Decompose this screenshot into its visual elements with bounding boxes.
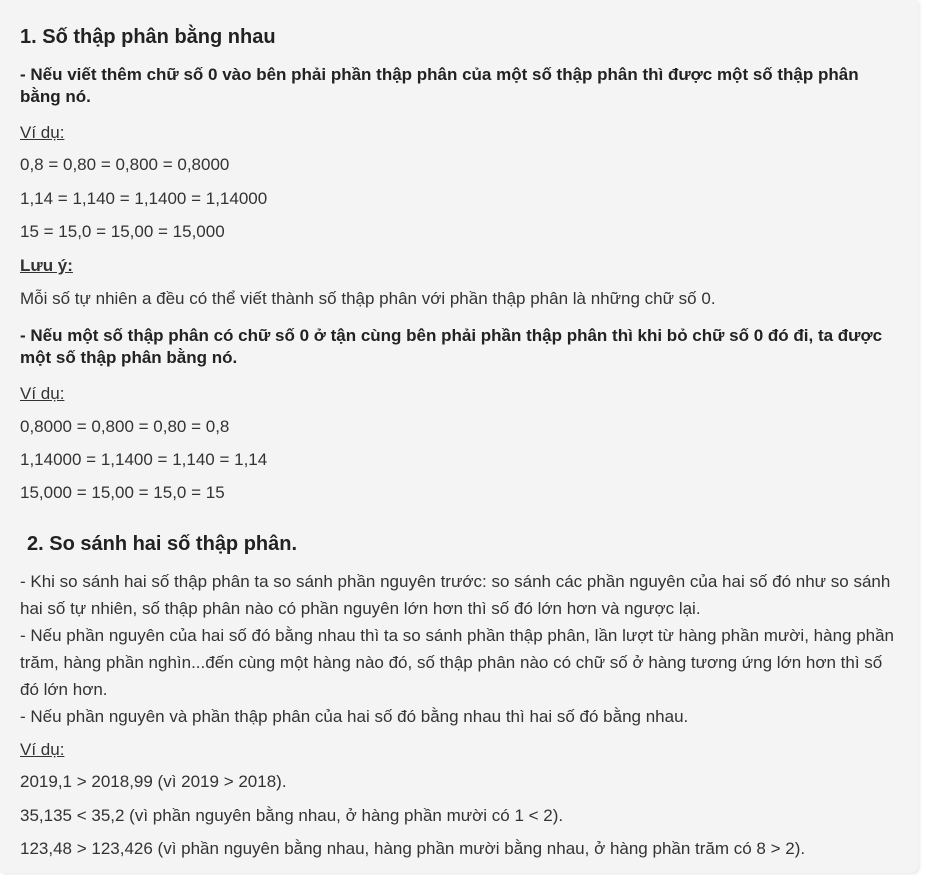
section-1-title: 1. Số thập phân bằng nhau <box>20 26 276 48</box>
example-label: Ví dụ: <box>20 123 65 142</box>
example-line: 15 = 15,0 = 15,00 = 15,000 <box>20 222 225 241</box>
example-line: 0,8 = 0,80 = 0,800 = 0,8000 <box>20 155 230 174</box>
example-label: Ví dụ: <box>20 740 65 759</box>
rule-2-text: - Nếu một số thập phân có chữ số 0 ở tận… <box>20 326 883 367</box>
comparison-rules: - Khi so sánh hai số thập phân ta so sán… <box>20 568 904 730</box>
rule-1-text: - Nếu viết thêm chữ số 0 vào bên phải ph… <box>20 65 859 106</box>
example-line: 1,14000 = 1,1400 = 1,140 = 1,14 <box>20 450 268 469</box>
example-line: 1,14 = 1,140 = 1,1400 = 1,14000 <box>20 189 268 208</box>
content-panel: 1. Số thập phân bằng nhau - Nếu viết thê… <box>0 0 918 873</box>
example-line: 123,48 > 123,426 (vì phần nguyên bằng nh… <box>20 839 806 858</box>
example-label: Ví dụ: <box>20 384 65 403</box>
example-line: 2019,1 > 2018,99 (vì 2019 > 2018). <box>20 772 287 791</box>
example-line: 35,135 < 35,2 (vì phần nguyên bằng nhau,… <box>20 806 564 825</box>
rule-paragraph: - Nếu phần nguyên của hai số đó bằng nha… <box>20 626 895 699</box>
note-text: Mỗi số tự nhiên a đều có thể viết thành … <box>20 289 716 308</box>
section-2-title: 2. So sánh hai số thập phân. <box>27 533 298 555</box>
example-line: 0,8000 = 0,800 = 0,80 = 0,8 <box>20 417 230 436</box>
example-line: 15,000 = 15,00 = 15,0 = 15 <box>20 483 225 502</box>
note-label: Lưu ý: <box>20 256 73 275</box>
rule-paragraph: - Khi so sánh hai số thập phân ta so sán… <box>20 572 891 618</box>
rule-paragraph: - Nếu phần nguyên và phần thập phân của … <box>20 707 689 726</box>
